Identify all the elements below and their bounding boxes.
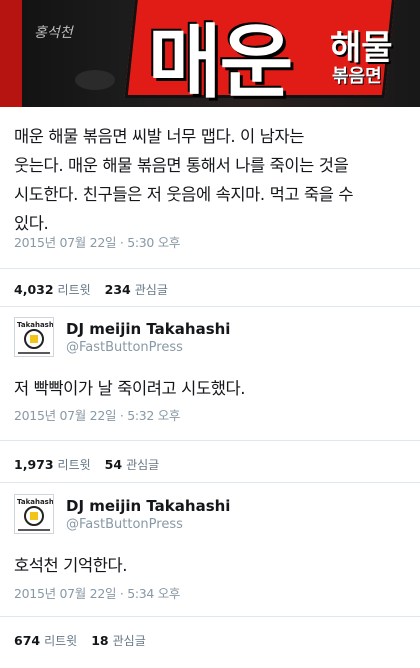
reply-timestamp[interactable]: 2015년 07월 22일 · 5:34 오후: [14, 583, 180, 602]
reply-text: 저 빡빡이가 날 죽이려고 시도했다.: [14, 379, 246, 398]
avatar-text: Takahashi: [17, 498, 53, 506]
reply-stats: 1,973 리트윗 54 관심글: [14, 456, 169, 473]
image-package-small-text: 볶음면: [332, 66, 382, 87]
divider: [0, 268, 420, 269]
like-count[interactable]: 18: [91, 633, 108, 648]
divider: [0, 306, 420, 307]
like-label[interactable]: 관심글: [113, 634, 146, 648]
avatar-logo-icon: Takahashi: [15, 495, 53, 533]
user-display-name[interactable]: DJ meijin Takahashi: [66, 497, 230, 515]
tweet-text-line: 시도한다. 친구들은 저 웃음에 속지마. 먹고 죽을 수: [14, 185, 354, 204]
tweet-text-line: 매운 해물 볶음면 씨발 너무 맵다. 이 남자는: [14, 127, 305, 146]
retweet-count[interactable]: 1,973: [14, 457, 54, 472]
like-count[interactable]: 54: [105, 457, 122, 472]
tweet-image[interactable]: 홍석천 매운 해물 볶음면: [0, 0, 420, 107]
image-shadow: [75, 70, 115, 90]
reply-stats: 674 리트윗 18 관심글: [14, 632, 156, 649]
like-label[interactable]: 관심글: [126, 458, 159, 472]
tweet-timestamp[interactable]: 2015년 07월 22일 · 5:30 오후: [14, 232, 180, 251]
avatar-text: Takahashi: [17, 321, 53, 329]
retweet-label[interactable]: 리트윗: [58, 283, 91, 297]
user-handle[interactable]: @FastButtonPress: [66, 517, 183, 532]
image-red-edge: [0, 0, 22, 107]
avatar[interactable]: Takahashi: [14, 494, 54, 534]
divider: [0, 616, 420, 617]
like-count[interactable]: 234: [105, 282, 131, 297]
retweet-count[interactable]: 4,032: [14, 282, 54, 297]
tweet-text-line: 웃는다. 매운 해물 볶음면 통해서 나를 죽이는 것을: [14, 156, 349, 175]
avatar-logo-icon: Takahashi: [15, 318, 53, 356]
tweet-stats: 4,032 리트윗 234 관심글: [14, 281, 178, 298]
retweet-count[interactable]: 674: [14, 633, 40, 648]
avatar[interactable]: Takahashi: [14, 317, 54, 357]
user-display-name[interactable]: DJ meijin Takahashi: [66, 320, 230, 338]
user-handle[interactable]: @FastButtonPress: [66, 340, 183, 355]
reply-timestamp[interactable]: 2015년 07월 22일 · 5:32 오후: [14, 405, 180, 424]
retweet-label[interactable]: 리트윗: [58, 458, 91, 472]
divider: [0, 482, 420, 483]
divider: [0, 440, 420, 441]
tweet-text: 매운 해물 볶음면 씨발 너무 맵다. 이 남자는 웃는다. 매운 해물 볶음면…: [14, 122, 410, 238]
image-signature: 홍석천: [34, 25, 73, 41]
reply-text: 호석천 기억한다.: [14, 556, 128, 575]
like-label[interactable]: 관심글: [135, 283, 168, 297]
retweet-label[interactable]: 리트윗: [44, 634, 77, 648]
image-package-text: 매운: [148, 16, 293, 107]
